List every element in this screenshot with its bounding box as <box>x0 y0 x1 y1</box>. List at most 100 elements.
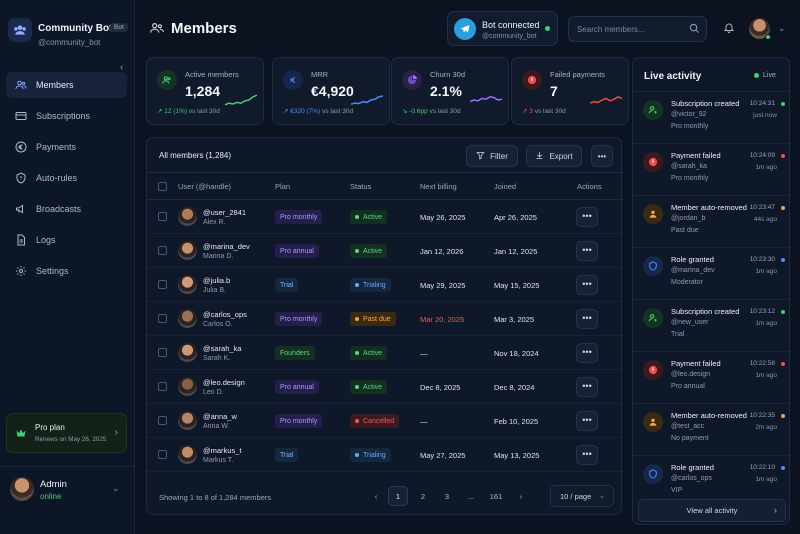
page-button[interactable]: 2 <box>413 486 433 506</box>
filter-icon <box>476 151 485 162</box>
status-label: Active <box>363 383 383 391</box>
users-icon <box>150 22 164 36</box>
activity-item[interactable]: Role granted @marina_dev Moderator 10:23:30… <box>633 247 791 299</box>
sparkline <box>590 95 622 104</box>
page-button[interactable]: 3 <box>437 486 457 506</box>
activity-item[interactable]: Payment failed @leo.design Pro annual 10:22… <box>633 351 791 403</box>
column-header-user[interactable]: User (@handle) <box>178 182 231 191</box>
row-actions-button[interactable]: ••• <box>576 275 598 295</box>
row-actions-button[interactable]: ••• <box>576 343 598 363</box>
activity-dot <box>781 362 785 366</box>
row-checkbox[interactable] <box>158 280 167 289</box>
column-header-plan[interactable]: Plan <box>275 182 290 191</box>
column-header-next-billing[interactable]: Next billing <box>420 182 457 191</box>
activity-detail: Pro annual <box>671 383 705 390</box>
current-user[interactable]: Admin online ⌄ <box>0 466 135 534</box>
table-row[interactable]: @markus_t Markus T. Trial Trialing May 27, 2… <box>147 438 623 472</box>
activity-detail: Trial <box>671 331 685 338</box>
row-checkbox[interactable] <box>158 416 167 425</box>
status-dot <box>355 317 359 321</box>
sparkline-line <box>351 95 383 105</box>
stat-card: Churn 30d 2.1% ↘ -0.6pp vs last 30d <box>391 57 509 125</box>
activity-dot <box>781 466 785 470</box>
table-row[interactable]: @carlos_ops Carlos O. Pro monthly Past due M… <box>147 302 623 336</box>
stat-card: Failed payments 7 ↗ 3 vs last 30d <box>511 57 629 125</box>
activity-item[interactable]: Subscription created @new_user Trial 10:23:… <box>633 299 791 351</box>
more-options-button[interactable]: ••• <box>591 145 613 167</box>
page-button[interactable]: 161 <box>486 486 506 506</box>
status-label: Active <box>363 247 383 255</box>
sidebar-item-label: Auto-rules <box>36 173 78 183</box>
plan-card[interactable]: Pro plan Renews on May 26, 2025 › <box>6 413 127 453</box>
filter-button[interactable]: Filter <box>466 145 518 167</box>
status-dot <box>355 385 359 389</box>
status-badge: Active <box>350 244 388 258</box>
table-row[interactable]: @marina_dev Marina D. Pro annual Active Jan … <box>147 234 623 268</box>
select-all-checkbox[interactable] <box>158 182 167 191</box>
live-activity-panel: Live activity Live Subscription created @… <box>632 57 791 525</box>
more-icon: ••• <box>597 151 607 161</box>
chevron-down-icon[interactable]: ⌄ <box>778 23 786 34</box>
prev-page-button[interactable]: ‹ <box>366 486 386 506</box>
export-button[interactable]: Export <box>526 145 582 167</box>
row-checkbox[interactable] <box>158 348 167 357</box>
activity-item[interactable]: Member auto-removed @jordan_b Past due 10:2… <box>633 195 791 247</box>
activity-item[interactable]: Subscription created @victor_92 Pro monthl… <box>633 91 791 143</box>
activity-dot <box>781 154 785 158</box>
alert-icon <box>643 152 663 172</box>
row-checkbox[interactable] <box>158 382 167 391</box>
row-checkbox[interactable] <box>158 450 167 459</box>
sidebar-item-broadcasts[interactable]: Broadcasts <box>6 196 127 222</box>
activity-item[interactable]: Payment failed @sarah_ka Pro monthly 10:24:… <box>633 143 791 195</box>
row-checkbox[interactable] <box>158 246 167 255</box>
bot-status-card[interactable]: Bot connected @community_bot <box>447 11 558 46</box>
table-row[interactable]: @sarah_ka Sarah K. Founders Active — Nov 18, … <box>147 336 623 370</box>
sidebar-item-settings[interactable]: Settings <box>6 258 127 284</box>
bell-icon[interactable] <box>723 21 735 36</box>
sidebar-item-subscriptions[interactable]: Subscriptions <box>6 103 127 129</box>
user-status: online <box>40 492 62 501</box>
table-row[interactable]: @anna_w Anna W. Pro monthly Cancelled — Feb 1… <box>147 404 623 438</box>
row-actions-button[interactable]: ••• <box>576 309 598 329</box>
plan-renewal: Renews on May 26, 2025 <box>35 436 107 443</box>
activity-item[interactable]: Member auto-removed @test_acc No payment 10… <box>633 403 791 455</box>
search-icon[interactable] <box>689 23 700 36</box>
status-label: Trialing <box>363 451 386 459</box>
stat-delta-suffix: vs last 30d <box>188 108 220 115</box>
page-button[interactable]: 1 <box>388 486 408 506</box>
sidebar-item-auto-rules[interactable]: Auto-rules <box>6 165 127 191</box>
view-all-activity-button[interactable]: View all activity › <box>638 499 786 522</box>
sidebar-item-logs[interactable]: Logs <box>6 227 127 253</box>
row-actions-button[interactable]: ••• <box>576 207 598 227</box>
table-row[interactable]: @leo.design Leo D. Pro annual Active Dec 8, … <box>147 370 623 404</box>
joined-date: Feb 10, 2025 <box>494 417 539 426</box>
next-page-button[interactable]: › <box>511 486 531 506</box>
activity-title: Member auto-removed <box>671 203 747 212</box>
table-row[interactable]: @julia.b Julia B. Trial Trialing May 29, 202… <box>147 268 623 302</box>
brand: Community Bot Bot @community_bot ‹ <box>8 14 130 73</box>
member-handle: @carlos_ops <box>203 310 247 319</box>
activity-user: @new_user <box>671 319 709 326</box>
row-actions-button[interactable]: ••• <box>576 411 598 431</box>
stat-label: Churn 30d <box>430 70 466 79</box>
stat-delta-suffix: vs last 30d <box>429 108 461 115</box>
joined-date: Dec 8, 2024 <box>494 383 535 392</box>
per-page-select[interactable]: 10 / page ⌄ <box>550 485 614 507</box>
sidebar-item-members[interactable]: Members <box>6 72 127 98</box>
row-actions-button[interactable]: ••• <box>576 445 598 465</box>
activity-time: 10:22:35 <box>749 412 775 419</box>
status-label: Cancelled <box>363 417 395 425</box>
sidebar-item-payments[interactable]: Payments <box>6 134 127 160</box>
column-header-joined[interactable]: Joined <box>494 182 516 191</box>
table-row[interactable]: @user_2841 Alex R. Pro monthly Active May 26… <box>147 200 623 234</box>
plan-badge: Pro monthly <box>275 312 323 326</box>
joined-date: Jan 12, 2025 <box>494 247 538 256</box>
row-actions-button[interactable]: ••• <box>576 241 598 261</box>
row-checkbox[interactable] <box>158 314 167 323</box>
column-header-status[interactable]: Status <box>350 182 371 191</box>
member-name: Carlos O. <box>203 321 233 328</box>
row-actions-button[interactable]: ••• <box>576 377 598 397</box>
row-checkbox[interactable] <box>158 212 167 221</box>
shield-icon <box>643 256 663 276</box>
search-input[interactable] <box>568 16 707 42</box>
